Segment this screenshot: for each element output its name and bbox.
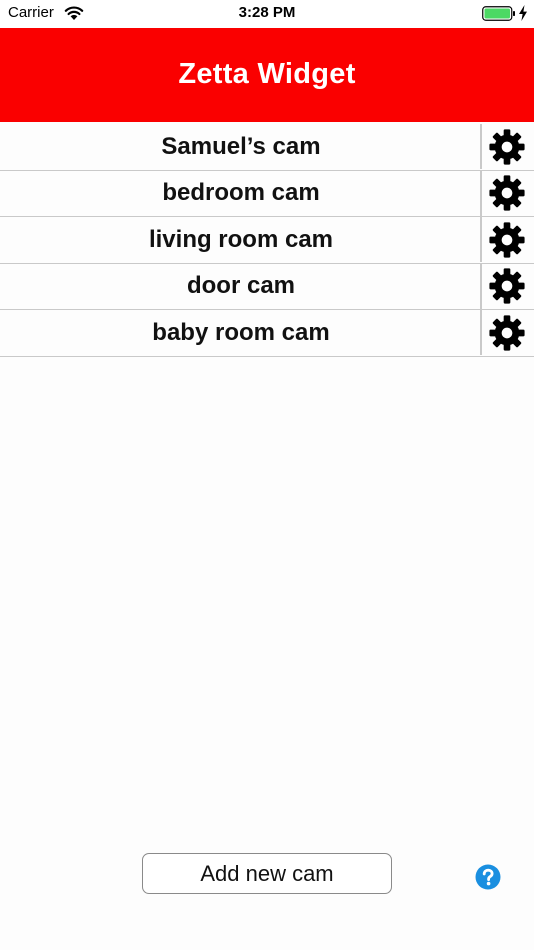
nav-bar: Zetta Widget xyxy=(0,28,534,122)
cam-row: baby room cam xyxy=(0,310,534,357)
gear-icon xyxy=(489,314,525,351)
cam-settings-button[interactable] xyxy=(482,171,532,216)
add-new-cam-button[interactable]: Add new cam xyxy=(142,853,392,894)
battery-icon xyxy=(482,6,515,21)
cam-name-button[interactable]: Samuel’s cam xyxy=(2,124,480,169)
cam-name-button[interactable]: living room cam xyxy=(2,217,480,262)
cam-row: Samuel’s cam xyxy=(0,124,534,171)
help-icon[interactable] xyxy=(475,864,501,890)
status-bar: Carrier 3:28 PM xyxy=(0,0,534,28)
gear-icon xyxy=(489,268,525,304)
cam-settings-button[interactable] xyxy=(482,217,532,262)
cam-row: living room cam xyxy=(0,217,534,264)
gear-icon xyxy=(489,221,525,258)
charging-bolt-icon xyxy=(519,5,527,21)
gear-icon xyxy=(489,128,525,165)
cam-name-button[interactable]: door cam xyxy=(2,264,480,309)
cam-name-button[interactable]: baby room cam xyxy=(2,310,480,355)
page-title: Zetta Widget xyxy=(178,58,356,90)
gear-icon xyxy=(489,175,525,211)
cam-settings-button[interactable] xyxy=(482,264,532,309)
cam-row: bedroom cam xyxy=(0,170,534,217)
cam-settings-button[interactable] xyxy=(482,124,532,169)
cam-list: Samuel’s cam bedroom cam living room cam… xyxy=(0,124,534,357)
app-screen: Carrier 3:28 PM Zetta Widget Samuel’s ca… xyxy=(0,0,534,950)
cam-name-button[interactable]: bedroom cam xyxy=(2,171,480,216)
cam-settings-button[interactable] xyxy=(482,310,532,355)
clock: 3:28 PM xyxy=(238,4,296,21)
cam-row: door cam xyxy=(0,263,534,310)
